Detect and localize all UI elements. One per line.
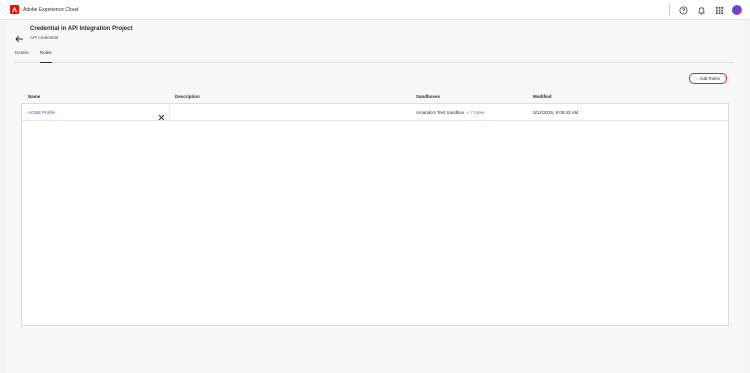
page-title: Credential in API Integration Project xyxy=(30,26,133,32)
page-header: Credential in API Integration Project AP… xyxy=(14,26,132,42)
page-heading: Credential in API Integration Project AP… xyxy=(30,26,132,40)
back-arrow-icon[interactable] xyxy=(14,31,24,42)
page-subtitle: API credential xyxy=(30,35,59,40)
column-header-description[interactable]: Description xyxy=(175,94,200,99)
header-actions xyxy=(669,4,742,16)
roles-table: Name Description Sandboxes Modified ACME… xyxy=(21,90,729,326)
plus-icon xyxy=(696,77,698,80)
avatar[interactable] xyxy=(732,5,742,15)
bell-icon[interactable] xyxy=(696,5,706,15)
tab-list: Details Roles xyxy=(14,49,734,63)
tab-roles[interactable]: Roles xyxy=(40,50,52,55)
more-sandboxes-link[interactable]: + 7 more xyxy=(467,110,485,115)
adobe-logo-icon xyxy=(10,5,19,14)
help-icon[interactable] xyxy=(678,5,688,15)
apps-grid-icon[interactable] xyxy=(714,5,724,15)
sandbox-name: Amanda's Test Sandbox xyxy=(416,109,465,115)
role-name-link[interactable]: ACME Profile xyxy=(28,110,55,115)
modified-date: 3/12/2025, 9:06:43 AM xyxy=(533,109,579,115)
brand[interactable]: Adobe Experience Cloud xyxy=(10,5,78,14)
sandboxes-cell: Amanda's Test Sandbox + 7 more xyxy=(416,110,484,115)
main-content: Credential in API Integration Project AP… xyxy=(6,20,744,373)
remove-role-icon[interactable] xyxy=(158,108,165,121)
column-header-name[interactable]: Name xyxy=(28,94,40,99)
column-header-modified[interactable]: Modified xyxy=(533,94,552,99)
header-divider xyxy=(669,4,670,16)
active-tab-indicator xyxy=(40,61,52,63)
table-body: ACME Profile Amanda's Test Sandbox + 7 m… xyxy=(21,103,729,326)
cell-divider xyxy=(169,104,170,120)
add-roles-button[interactable]: Add Roles xyxy=(689,73,727,84)
add-roles-label: Add Roles xyxy=(699,76,720,81)
table-header: Name Description Sandboxes Modified xyxy=(21,90,729,103)
app-name: Adobe Experience Cloud xyxy=(23,6,79,13)
tab-details[interactable]: Details xyxy=(15,50,29,55)
column-header-sandboxes[interactable]: Sandboxes xyxy=(416,94,440,99)
global-header: Adobe Experience Cloud xyxy=(0,0,750,20)
table-row[interactable]: ACME Profile Amanda's Test Sandbox + 7 m… xyxy=(22,104,728,121)
